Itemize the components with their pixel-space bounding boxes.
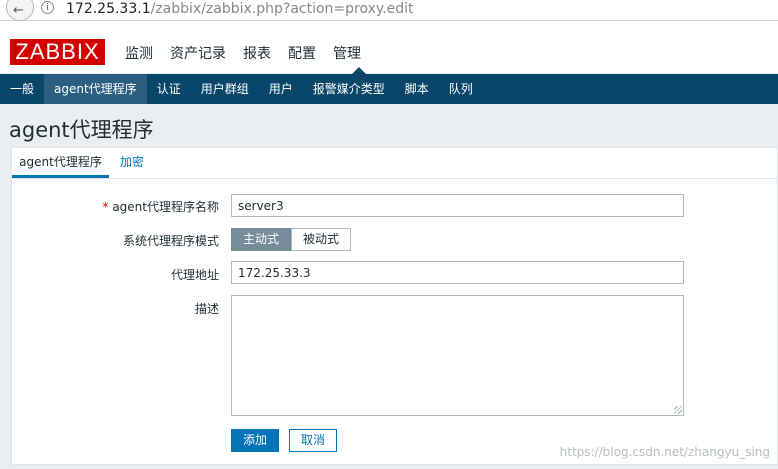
subnav-item-authentication[interactable]: 认证	[147, 74, 191, 104]
subnav-item-scripts[interactable]: 脚本	[395, 74, 439, 104]
subnav-item-proxies[interactable]: agent代理程序	[44, 74, 147, 104]
url-path: /zabbix/zabbix.php?action=proxy.edit	[150, 1, 414, 17]
zabbix-logo[interactable]: ZABBIX	[10, 39, 105, 65]
description-label: 描述	[194, 302, 219, 316]
menu-item-monitoring[interactable]: 监测	[125, 43, 153, 63]
menu-item-reports[interactable]: 报表	[243, 43, 271, 63]
watermark: https://blog.csdn.net/zhangyu_sing	[559, 445, 770, 459]
mode-active-option[interactable]: 主动式	[231, 228, 292, 251]
form-tabs: agent代理程序 加密	[12, 148, 777, 179]
subnav-item-general[interactable]: 一般	[0, 74, 44, 104]
proxy-mode-toggle: 主动式 被动式	[231, 228, 352, 251]
proxy-name-input[interactable]	[231, 194, 684, 217]
info-icon[interactable]: i	[41, 1, 54, 14]
arrow-left-icon: ←	[13, 3, 24, 18]
description-textarea[interactable]	[231, 295, 684, 416]
mode-passive-option[interactable]: 被动式	[291, 228, 352, 251]
required-asterisk: *	[102, 200, 109, 214]
form-panel: agent代理程序 加密 *agent代理程序名称 系统代理程序模式 主动式 被…	[11, 147, 778, 465]
menu-item-administration[interactable]: 管理	[333, 43, 361, 63]
subnav-item-queue[interactable]: 队列	[439, 74, 483, 104]
top-header: ZABBIX 监测 资产记录 报表 配置 管理	[0, 21, 778, 74]
proxy-name-label: * agent代理程序名称	[102, 198, 219, 215]
main-menu: 监测 资产记录 报表 配置 管理	[125, 43, 378, 63]
proxy-address-label: 代理地址	[170, 268, 219, 282]
page-title: agent代理程序	[9, 118, 154, 142]
sub-navigation: 一般 agent代理程序 认证 用户群组 用户 报警媒介类型 脚本 队列	[0, 74, 778, 104]
tab-proxy[interactable]: agent代理程序	[12, 148, 109, 178]
proxy-name-label-text: agent代理程序名称	[112, 200, 219, 214]
subnav-item-media-types[interactable]: 报警媒介类型	[303, 74, 395, 104]
cancel-button[interactable]: 取消	[289, 429, 338, 452]
subnav-item-user-groups[interactable]: 用户群组	[191, 74, 259, 104]
proxy-address-input[interactable]	[231, 261, 684, 284]
menu-item-configuration[interactable]: 配置	[288, 43, 316, 63]
menu-item-inventory[interactable]: 资产记录	[170, 43, 226, 63]
add-button[interactable]: 添加	[231, 429, 280, 452]
subnav-item-users[interactable]: 用户	[259, 74, 303, 104]
proxy-mode-label: 系统代理程序模式	[122, 234, 219, 248]
resize-grip-icon[interactable]	[674, 406, 682, 414]
address-bar[interactable]: 172.25.33.1/zabbix/zabbix.php?action=pro…	[66, 1, 414, 17]
back-button[interactable]: ←	[6, 0, 34, 21]
active-menu-caret	[352, 67, 366, 74]
url-host: 172.25.33.1	[66, 1, 151, 17]
browser-url-bar: ← i 172.25.33.1/zabbix/zabbix.php?action…	[0, 0, 778, 21]
tab-encryption[interactable]: 加密	[120, 148, 144, 178]
